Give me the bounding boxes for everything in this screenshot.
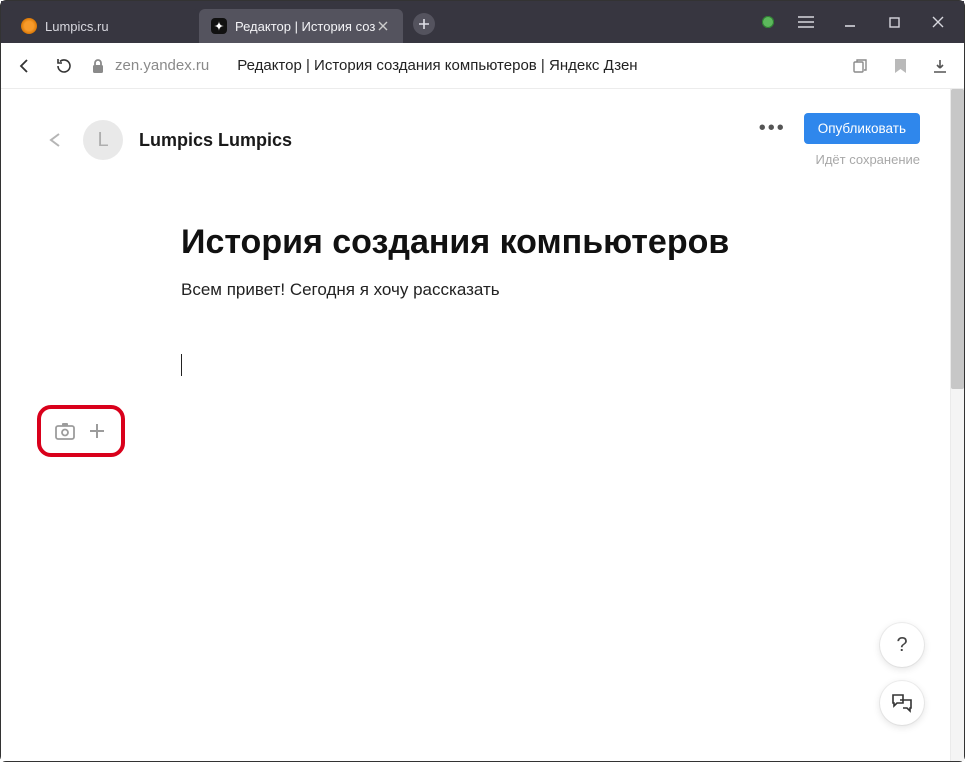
browser-menu-icon[interactable] xyxy=(794,10,818,34)
tab-title: Lumpics.ru xyxy=(45,19,187,34)
insert-toolbar-highlight xyxy=(37,405,125,457)
article-body[interactable]: Всем привет! Сегодня я хочу рассказать xyxy=(181,280,861,300)
close-tab-icon[interactable] xyxy=(375,18,391,34)
article-title[interactable]: История создания компьютеров xyxy=(181,223,861,262)
channel-avatar[interactable]: L xyxy=(83,120,123,160)
bookmark-icon[interactable] xyxy=(890,56,910,76)
copy-url-icon[interactable] xyxy=(850,56,870,76)
window-maximize-button[interactable] xyxy=(882,10,906,34)
new-tab-button[interactable] xyxy=(413,13,435,35)
insert-image-button[interactable] xyxy=(53,419,77,443)
browser-titlebar: Lumpics.ru Редактор | История соз xyxy=(1,1,964,43)
nav-reload-button[interactable] xyxy=(53,56,73,76)
page-content: L Lumpics Lumpics ••• Опубликовать Идёт … xyxy=(1,89,964,761)
feedback-button[interactable] xyxy=(880,681,924,725)
downloads-icon[interactable] xyxy=(930,56,950,76)
window-close-button[interactable] xyxy=(926,10,950,34)
window-minimize-button[interactable] xyxy=(838,10,862,34)
save-status-text: Идёт сохранение xyxy=(816,152,921,167)
browser-tab-editor[interactable]: Редактор | История соз xyxy=(199,9,403,43)
editor-cursor-line[interactable] xyxy=(181,354,861,376)
url-display[interactable]: zen.yandex.ru Редактор | История создани… xyxy=(91,57,832,74)
address-bar: zen.yandex.ru Редактор | История создани… xyxy=(1,43,964,89)
browser-tab-lumpics[interactable]: Lumpics.ru xyxy=(9,9,199,43)
help-button[interactable]: ? xyxy=(880,623,924,667)
insert-block-button[interactable] xyxy=(85,419,109,443)
back-arrow-icon[interactable] xyxy=(45,130,67,150)
editor-header: L Lumpics Lumpics ••• Опубликовать Идёт … xyxy=(1,89,964,191)
help-icon-label: ? xyxy=(896,634,907,657)
lock-icon xyxy=(91,58,105,74)
extension-indicator-icon[interactable] xyxy=(762,16,774,28)
url-page-title: Редактор | История создания компьютеров … xyxy=(237,57,637,74)
favicon-lumpics xyxy=(21,18,37,34)
publish-button[interactable]: Опубликовать xyxy=(804,113,920,144)
favicon-zen xyxy=(211,18,227,34)
article-editor[interactable]: История создания компьютеров Всем привет… xyxy=(1,223,861,376)
channel-name[interactable]: Lumpics Lumpics xyxy=(139,130,292,151)
url-domain: zen.yandex.ru xyxy=(115,57,209,74)
tab-title: Редактор | История соз xyxy=(235,19,375,34)
nav-back-button[interactable] xyxy=(15,56,35,76)
more-options-button[interactable]: ••• xyxy=(759,117,786,140)
scrollbar[interactable] xyxy=(950,89,964,761)
